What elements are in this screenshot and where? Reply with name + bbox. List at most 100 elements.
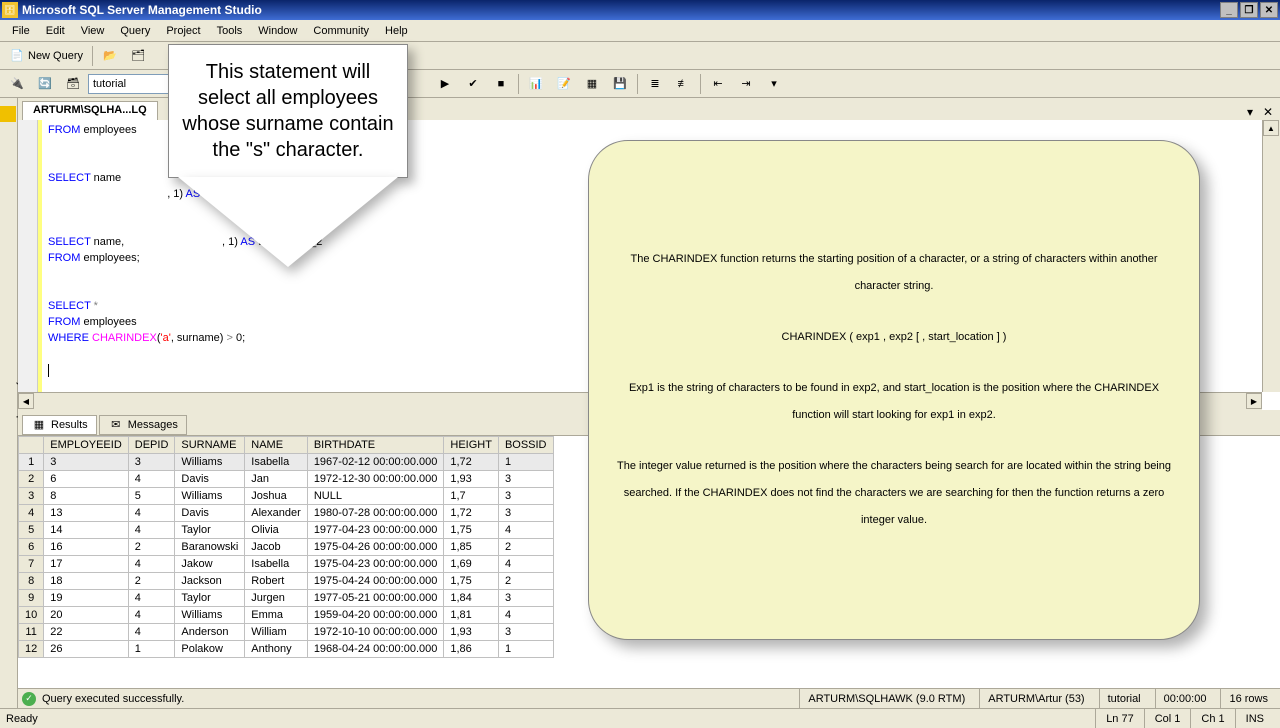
uncomment-button[interactable]: ≢ — [670, 73, 696, 95]
connect-button[interactable]: 🔌 — [4, 73, 30, 95]
table-row[interactable]: 264DavisJan1972-12-30 00:00:00.0001,933 — [19, 471, 554, 488]
row-number[interactable]: 8 — [19, 573, 44, 590]
cell[interactable]: 4 — [498, 607, 553, 624]
menu-help[interactable]: Help — [377, 22, 416, 40]
row-number[interactable]: 4 — [19, 505, 44, 522]
col-header[interactable]: EMPLOYEEID — [44, 437, 129, 454]
menu-query[interactable]: Query — [112, 22, 158, 40]
menu-community[interactable]: Community — [305, 22, 377, 40]
cell[interactable]: 4 — [498, 556, 553, 573]
cell[interactable]: 1977-04-23 00:00:00.000 — [307, 522, 444, 539]
cell[interactable]: Davis — [175, 505, 245, 522]
cell[interactable]: 1975-04-23 00:00:00.000 — [307, 556, 444, 573]
change-connection-button[interactable]: 🔄 — [32, 73, 58, 95]
table-row[interactable]: 5144TaylorOlivia1977-04-23 00:00:00.0001… — [19, 522, 554, 539]
cell[interactable]: 1,75 — [444, 522, 499, 539]
cell[interactable]: Jackson — [175, 573, 245, 590]
cell[interactable]: Emma — [245, 607, 308, 624]
new-query-button[interactable]: 📄New Query — [4, 45, 88, 67]
cell[interactable]: Jurgen — [245, 590, 308, 607]
cell[interactable]: 4 — [128, 556, 175, 573]
row-number[interactable]: 9 — [19, 590, 44, 607]
table-row[interactable]: 11224AndersonWilliam1972-10-10 00:00:00.… — [19, 624, 554, 641]
scroll-left-icon[interactable]: ◀ — [18, 393, 34, 409]
table-row[interactable]: 385WilliamsJoshuaNULL1,73 — [19, 488, 554, 505]
cell[interactable]: 1967-02-12 00:00:00.000 — [307, 454, 444, 471]
row-number[interactable]: 2 — [19, 471, 44, 488]
cell[interactable]: 1975-04-26 00:00:00.000 — [307, 539, 444, 556]
decrease-indent-button[interactable]: ⇤ — [705, 73, 731, 95]
results-tab[interactable]: ▦Results — [22, 415, 97, 435]
cell[interactable]: Baranowski — [175, 539, 245, 556]
cell[interactable]: 2 — [128, 539, 175, 556]
results-grid[interactable]: EMPLOYEEIDDEPIDSURNAMENAMEBIRTHDATEHEIGH… — [18, 436, 554, 658]
display-plan-button[interactable]: 📊 — [523, 73, 549, 95]
cell[interactable]: 1,84 — [444, 590, 499, 607]
cell[interactable]: Williams — [175, 488, 245, 505]
cell[interactable]: NULL — [307, 488, 444, 505]
row-number[interactable]: 11 — [19, 624, 44, 641]
cell[interactable]: 1972-10-10 00:00:00.000 — [307, 624, 444, 641]
tab-close-button[interactable]: ✕ — [1260, 104, 1276, 120]
cell[interactable]: Jakow — [175, 556, 245, 573]
execute-button[interactable]: ▶ — [432, 73, 458, 95]
table-row[interactable]: 6162BaranowskiJacob1975-04-26 00:00:00.0… — [19, 539, 554, 556]
cell[interactable]: 3 — [128, 454, 175, 471]
increase-indent-button[interactable]: ⇥ — [733, 73, 759, 95]
col-header[interactable]: BIRTHDATE — [307, 437, 444, 454]
cell[interactable]: 1,7 — [444, 488, 499, 505]
editor-vscroll[interactable]: ▲ — [1262, 120, 1280, 392]
col-header[interactable]: NAME — [245, 437, 308, 454]
table-row[interactable]: 8182JacksonRobert1975-04-24 00:00:00.000… — [19, 573, 554, 590]
cell[interactable]: 2 — [498, 539, 553, 556]
row-number[interactable]: 12 — [19, 641, 44, 658]
cell[interactable]: Isabella — [245, 556, 308, 573]
cell[interactable]: 18 — [44, 573, 129, 590]
cell[interactable]: Olivia — [245, 522, 308, 539]
cell[interactable]: Jan — [245, 471, 308, 488]
minimize-button[interactable]: _ — [1220, 2, 1238, 18]
cell[interactable]: 19 — [44, 590, 129, 607]
cell[interactable]: 20 — [44, 607, 129, 624]
cell[interactable]: 3 — [498, 624, 553, 641]
cell[interactable]: Williams — [175, 607, 245, 624]
cell[interactable]: Jacob — [245, 539, 308, 556]
cell[interactable]: 8 — [44, 488, 129, 505]
cell[interactable]: 1,93 — [444, 471, 499, 488]
comment-button[interactable]: ≣ — [642, 73, 668, 95]
cell[interactable]: 26 — [44, 641, 129, 658]
cell[interactable]: 5 — [128, 488, 175, 505]
table-row[interactable]: 4134DavisAlexander1980-07-28 00:00:00.00… — [19, 505, 554, 522]
cell[interactable]: 1975-04-24 00:00:00.000 — [307, 573, 444, 590]
cell[interactable]: Joshua — [245, 488, 308, 505]
cell[interactable]: 1,86 — [444, 641, 499, 658]
row-number[interactable]: 6 — [19, 539, 44, 556]
results-grid-button[interactable]: ▦ — [579, 73, 605, 95]
col-header[interactable]: HEIGHT — [444, 437, 499, 454]
cell[interactable]: Taylor — [175, 590, 245, 607]
cell[interactable]: Anderson — [175, 624, 245, 641]
cell[interactable]: 1,81 — [444, 607, 499, 624]
cell[interactable]: 1 — [128, 641, 175, 658]
cell[interactable]: 2 — [128, 573, 175, 590]
parse-button[interactable]: ✔ — [460, 73, 486, 95]
cell[interactable]: 3 — [44, 454, 129, 471]
row-number[interactable]: 7 — [19, 556, 44, 573]
col-header[interactable]: SURNAME — [175, 437, 245, 454]
menu-project[interactable]: Project — [158, 22, 208, 40]
cell[interactable]: Williams — [175, 454, 245, 471]
table-row[interactable]: 10204WilliamsEmma1959-04-20 00:00:00.000… — [19, 607, 554, 624]
cell[interactable]: Robert — [245, 573, 308, 590]
cell[interactable]: 13 — [44, 505, 129, 522]
cell[interactable]: 1,85 — [444, 539, 499, 556]
results-file-button[interactable]: 💾 — [607, 73, 633, 95]
table-row[interactable]: 7174JakowIsabella1975-04-23 00:00:00.000… — [19, 556, 554, 573]
cell[interactable]: 17 — [44, 556, 129, 573]
cell[interactable]: 2 — [498, 573, 553, 590]
cell[interactable]: 4 — [128, 522, 175, 539]
cancel-query-button[interactable]: ■ — [488, 73, 514, 95]
cell[interactable]: 3 — [498, 471, 553, 488]
tab-dropdown-button[interactable]: ▾ — [1242, 104, 1258, 120]
results-text-button[interactable]: 📝 — [551, 73, 577, 95]
col-header[interactable]: BOSSID — [498, 437, 553, 454]
